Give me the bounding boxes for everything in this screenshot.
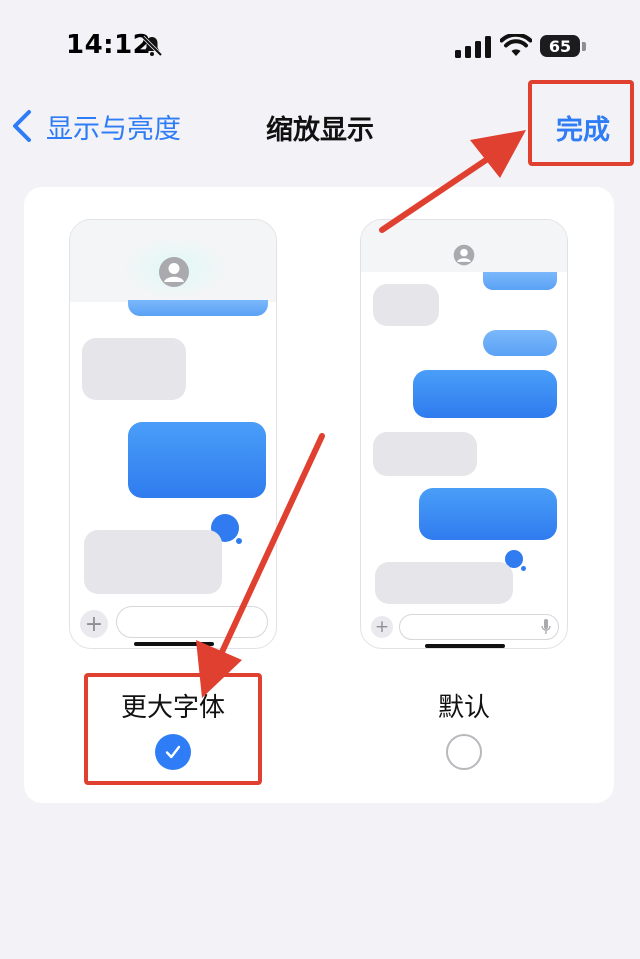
message-bubble-sent	[483, 330, 557, 356]
bell-slash-icon	[141, 35, 163, 57]
battery-cap	[582, 42, 586, 51]
status-time: 14:12	[66, 30, 152, 60]
typing-indicator-dot	[236, 538, 242, 544]
message-bubble-received	[373, 284, 439, 326]
larger-text-preview[interactable]: +	[69, 219, 277, 649]
message-bubble-sent	[483, 272, 557, 290]
typing-indicator-dot	[521, 566, 526, 571]
message-bubble-sent	[419, 488, 557, 540]
default-preview[interactable]: +	[360, 219, 568, 649]
message-input-preview	[399, 614, 559, 640]
contact-avatar-icon	[453, 244, 475, 266]
message-bubble-sent	[128, 422, 266, 498]
annotation-box-larger-text	[84, 673, 262, 785]
microphone-icon	[541, 619, 551, 634]
message-input-preview	[116, 606, 268, 638]
plus-icon: +	[371, 616, 393, 638]
annotation-box-done	[528, 80, 634, 166]
plus-icon: +	[80, 610, 108, 638]
home-indicator	[425, 644, 505, 648]
status-bar: 14:12 65	[0, 0, 640, 90]
wifi-icon	[500, 34, 532, 56]
battery-indicator: 65	[540, 35, 580, 57]
message-bubble-sent	[128, 300, 268, 316]
cellular-signal-icon	[455, 36, 491, 58]
message-bubble-received	[373, 432, 477, 476]
message-bubble-sent	[413, 370, 557, 418]
message-bubble-received	[84, 530, 222, 594]
contact-avatar-icon	[159, 257, 189, 287]
message-bubble-received	[375, 562, 513, 604]
option-radio-default[interactable]	[446, 734, 482, 770]
message-bubble-received	[82, 338, 186, 400]
option-label-default: 默认	[437, 693, 490, 723]
home-indicator	[134, 642, 214, 646]
